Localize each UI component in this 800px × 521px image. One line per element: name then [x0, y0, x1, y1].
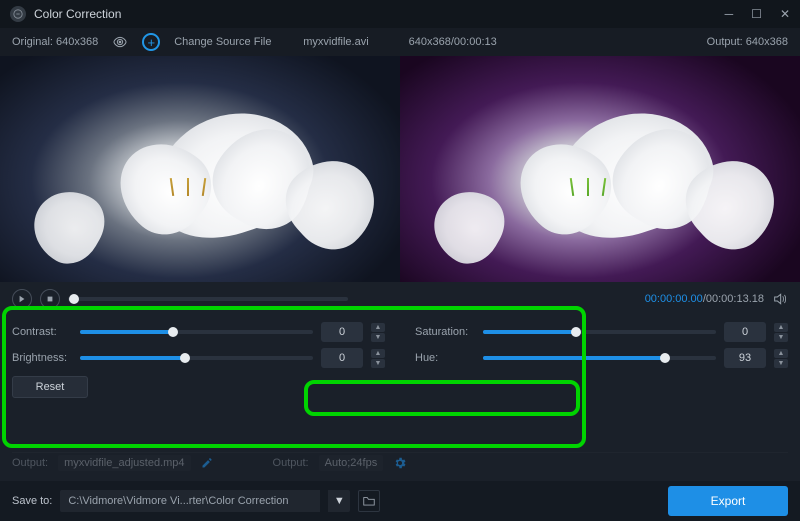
eye-icon[interactable] — [112, 34, 128, 50]
output-dimensions-label: Output: 640x368 — [707, 36, 788, 48]
output-file-value: myxvidfile_adjusted.mp4 — [58, 455, 190, 471]
saturation-value[interactable]: 0 — [724, 322, 766, 342]
save-to-label: Save to: — [12, 495, 52, 507]
brightness-value[interactable]: 0 — [321, 348, 363, 368]
brightness-slider[interactable] — [80, 356, 313, 360]
close-button[interactable]: ✕ — [780, 7, 790, 21]
output-format-value: Auto;24fps — [319, 455, 384, 471]
saturation-label: Saturation: — [415, 326, 475, 338]
contrast-row: Contrast: 0 ▲▼ — [12, 322, 385, 342]
titlebar: Color Correction ─ ☐ ✕ — [0, 0, 800, 28]
saturation-row: Saturation: 0 ▲▼ — [415, 322, 788, 342]
output-file-label: Output: — [12, 457, 48, 469]
original-dimensions-label: Original: 640x368 — [12, 36, 98, 48]
output-format-label: Output: — [273, 457, 309, 469]
pencil-icon[interactable] — [201, 457, 213, 469]
reset-button[interactable]: Reset — [12, 376, 88, 398]
save-path-field[interactable]: C:\Vidmore\Vidmore Vi...rter\Color Corre… — [60, 490, 320, 512]
contrast-slider[interactable] — [80, 330, 313, 334]
stop-button[interactable] — [40, 289, 60, 309]
contrast-label: Contrast: — [12, 326, 72, 338]
time-total: 00:00:13.18 — [706, 293, 764, 305]
controls-panel: 00:00:00.00/00:00:13.18 Contrast: 0 ▲▼ S… — [0, 282, 800, 398]
brightness-label: Brightness: — [12, 352, 72, 364]
change-source-label[interactable]: Change Source File — [174, 36, 271, 48]
infobar: Original: 640x368 + Change Source File m… — [0, 28, 800, 56]
volume-icon[interactable] — [772, 291, 788, 307]
timecode: 00:00:00.00/00:00:13.18 — [645, 293, 764, 305]
adjusted-preview — [400, 56, 800, 282]
contrast-stepper[interactable]: ▲▼ — [371, 322, 385, 342]
saturation-slider[interactable] — [483, 330, 716, 334]
time-current: 00:00:00.00 — [645, 293, 703, 305]
play-button[interactable] — [12, 289, 32, 309]
hue-row: Hue: 93 ▲▼ — [415, 348, 788, 368]
output-info-row: Output: myxvidfile_adjusted.mp4 Output: … — [12, 452, 788, 472]
timeline-slider[interactable] — [68, 297, 348, 301]
dimensions-duration-label: 640x368/00:00:13 — [409, 36, 497, 48]
hue-label: Hue: — [415, 352, 475, 364]
export-button[interactable]: Export — [668, 486, 788, 516]
filename-label: myxvidfile.avi — [303, 36, 368, 48]
gear-icon[interactable] — [393, 456, 407, 470]
saturation-stepper[interactable]: ▲▼ — [774, 322, 788, 342]
hue-value[interactable]: 93 — [724, 348, 766, 368]
hue-stepper[interactable]: ▲▼ — [774, 348, 788, 368]
minimize-button[interactable]: ─ — [725, 7, 734, 21]
bottombar: Save to: C:\Vidmore\Vidmore Vi...rter\Co… — [0, 481, 800, 521]
preview-row — [0, 56, 800, 282]
add-source-button[interactable]: + — [142, 33, 160, 51]
brightness-stepper[interactable]: ▲▼ — [371, 348, 385, 368]
brightness-row: Brightness: 0 ▲▼ — [12, 348, 385, 368]
save-path-dropdown[interactable]: ▼ — [328, 490, 350, 512]
maximize-button[interactable]: ☐ — [751, 7, 762, 21]
window-title: Color Correction — [34, 7, 121, 21]
app-logo — [10, 6, 26, 22]
original-preview — [0, 56, 400, 282]
hue-slider[interactable] — [483, 356, 716, 360]
contrast-value[interactable]: 0 — [321, 322, 363, 342]
open-folder-button[interactable] — [358, 490, 380, 512]
